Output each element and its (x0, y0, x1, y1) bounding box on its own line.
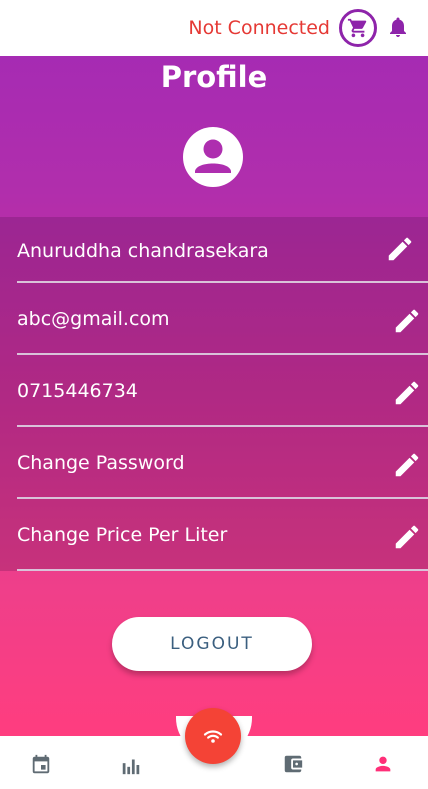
divider (17, 281, 428, 283)
field-phone-value: 0715446734 (17, 380, 138, 402)
wallet-icon[interactable] (282, 753, 304, 775)
edit-icon[interactable] (385, 234, 415, 264)
field-row-name[interactable]: Anuruddha chandrasekara (0, 217, 428, 289)
field-row-email[interactable]: abc@gmail.com (0, 285, 428, 357)
edit-icon[interactable] (392, 306, 422, 336)
person-icon[interactable] (372, 753, 394, 775)
profile-fields: Anuruddha chandrasekara abc@gmail.com 07… (0, 217, 428, 571)
edit-icon[interactable] (392, 378, 422, 408)
field-row-change-price[interactable]: Change Price Per Liter (0, 501, 428, 573)
calendar-icon[interactable] (30, 754, 52, 776)
change-password-label: Change Password (17, 452, 185, 474)
shopping-cart-icon (347, 18, 367, 38)
bell-icon[interactable] (386, 14, 410, 40)
connect-fab[interactable] (185, 708, 241, 764)
top-app-bar: Not Connected (0, 0, 428, 56)
bar-chart-icon[interactable] (120, 754, 142, 776)
page-title: Profile (160, 60, 268, 94)
account-circle-icon (183, 127, 243, 187)
divider (17, 425, 428, 427)
field-row-change-password[interactable]: Change Password (0, 429, 428, 501)
cart-button[interactable] (339, 9, 377, 47)
field-name-value: Anuruddha chandrasekara (17, 240, 269, 262)
wifi-icon (203, 730, 223, 743)
edit-icon[interactable] (392, 522, 422, 552)
edit-icon[interactable] (392, 450, 422, 480)
logout-button[interactable]: LOGOUT (112, 617, 312, 671)
divider (17, 569, 428, 571)
change-price-label: Change Price Per Liter (17, 524, 228, 546)
divider (17, 497, 428, 499)
profile-screen: Profile Anuruddha chandrasekara abc@gmai… (0, 56, 428, 736)
field-row-phone[interactable]: 0715446734 (0, 357, 428, 429)
connection-status: Not Connected (188, 17, 330, 39)
divider (17, 353, 428, 355)
field-email-value: abc@gmail.com (17, 308, 170, 330)
